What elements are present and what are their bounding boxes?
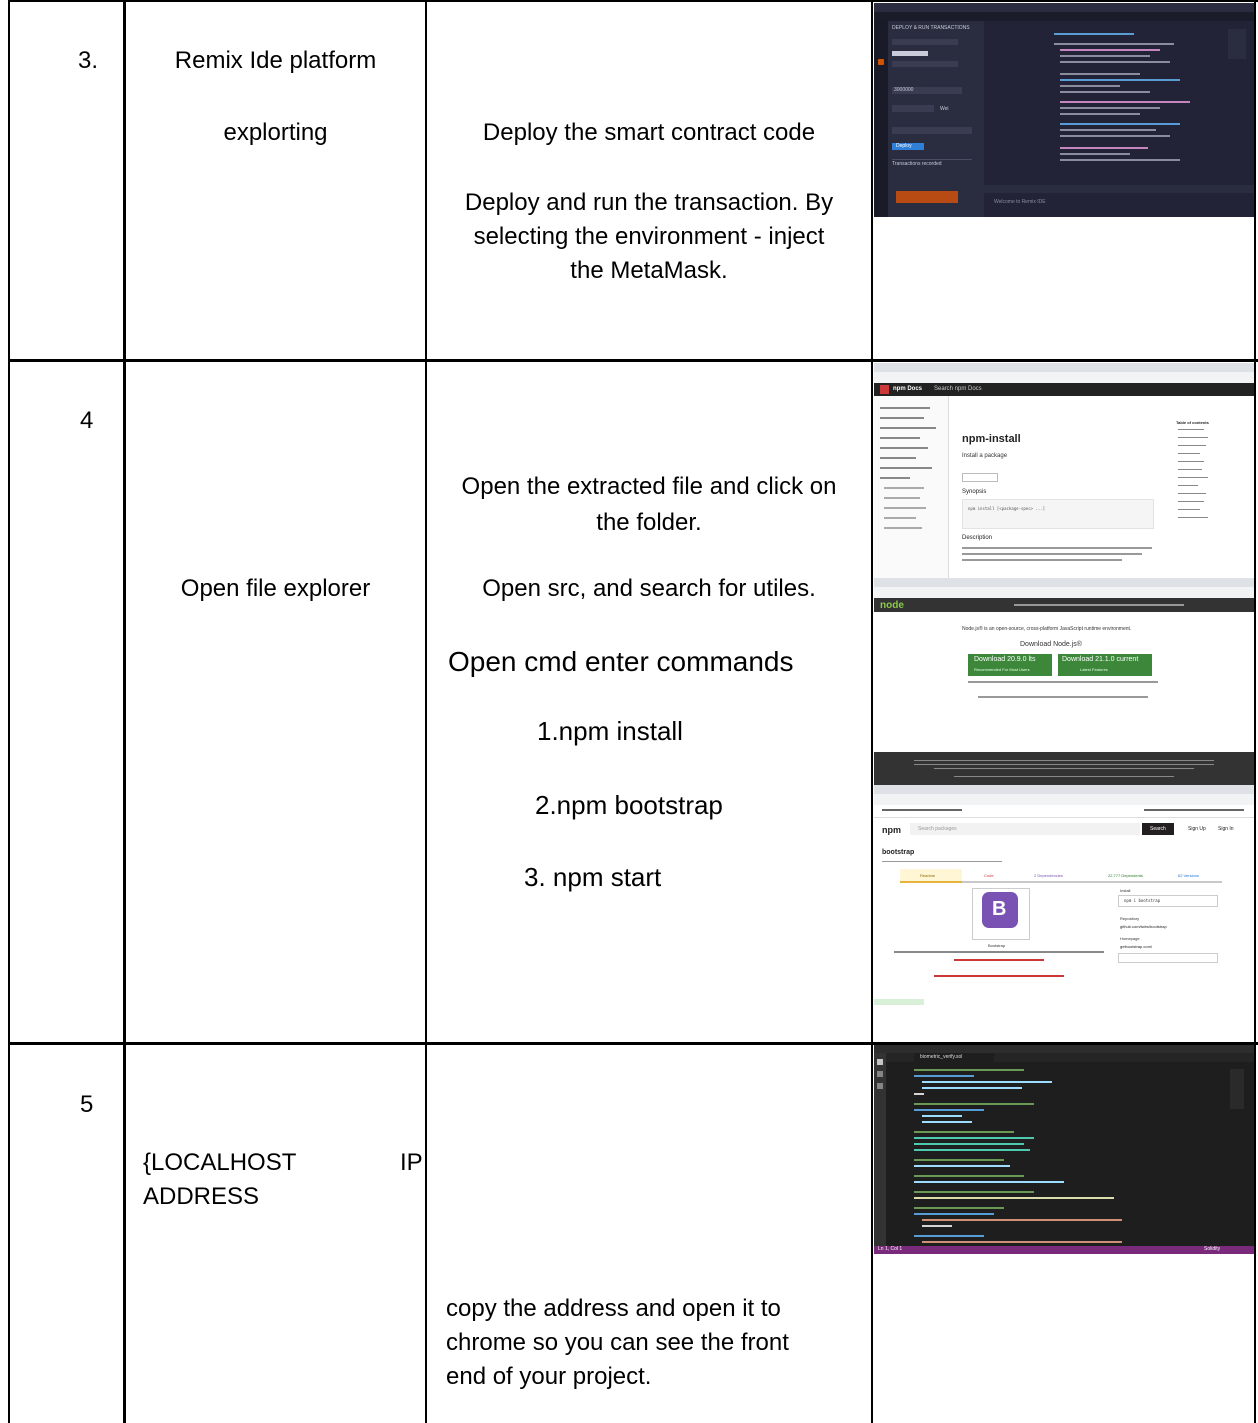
remix-gas-limit: 3000000 (894, 87, 914, 93)
node-lts-sub: Recommended For Most Users (974, 667, 1030, 672)
bootstrap-logo-letter: B (992, 898, 1007, 920)
npm-docs-command: npm install [<package-spec> ...] (968, 506, 1046, 511)
step-description: Deploy the smart contract code (482, 119, 816, 146)
row-number: 4 (80, 407, 94, 434)
step-description: Open src, and search for utiles. (482, 575, 816, 602)
npm-repo: github.com/twbs/bootstrap (1120, 924, 1167, 929)
vscode-status-left: Ln 1, Col 1 (878, 1246, 903, 1252)
command-npm-start: 3. npm start (524, 862, 662, 892)
node-download-title: Download Node.js® (1020, 641, 1082, 648)
npm-signup: Sign Up (1188, 826, 1206, 832)
vscode-screenshot: biometric_verify.sol Ln 1, Col 1 Solidit… (874, 1045, 1254, 1254)
node-current-button: Download 21.1.0 current (1062, 656, 1139, 663)
npm-repo-label: Repository (1120, 916, 1140, 921)
row-title: {LOCALHOST (143, 1149, 297, 1176)
npm-tab-readme: Readme (920, 873, 936, 878)
remix-panel-title: DEPLOY & RUN TRANSACTIONS (892, 25, 970, 31)
table-border-top (8, 0, 1258, 2)
column-divider-3 (871, 0, 873, 1423)
row-number: 5 (80, 1091, 94, 1118)
npm-docs-screenshot: npm Docs Search npm Docs npm-install Ins… (874, 363, 1254, 578)
npm-install-label: Install (1120, 888, 1131, 893)
step-description: Deploy and run the transaction. By (464, 189, 834, 216)
npm-tab-dependents: 22,777 Dependents (1108, 873, 1143, 878)
step-description: copy the address and open it to (446, 1295, 781, 1322)
npm-bootstrap-screenshot: npm Search packages Search Sign Up Sign … (874, 785, 1254, 1042)
remix-terminal-text: Welcome to Remix IDE (994, 199, 1046, 205)
npm-package-name: bootstrap (882, 849, 915, 856)
step-description: Open the extracted file and click on (461, 473, 837, 500)
npm-tab-code: Code (984, 873, 994, 878)
row-title: Remix Ide platform (174, 47, 377, 74)
remix-transactions-label: Transactions recorded (892, 161, 942, 167)
remix-deploy-button: Deploy (896, 143, 912, 149)
bootstrap-logo-caption: Bootstrap (988, 943, 1006, 948)
nodejs-screenshot: node Node.js® is an open-source, cross-p… (874, 578, 1254, 785)
npm-docs-description: Description (962, 535, 993, 541)
remix-unit: Wei (940, 106, 949, 112)
vscode-file-tab: biometric_verify.sol (920, 1054, 963, 1060)
vscode-status-right: Solidity (1204, 1246, 1221, 1252)
node-logo: node (880, 600, 904, 611)
step-description: the folder. (596, 509, 702, 536)
npm-docs-synopsis: Synopsis (962, 489, 987, 495)
row-title: Open file explorer (180, 575, 371, 602)
node-current-sub: Latest Features (1080, 667, 1108, 672)
npm-docs-toc-title: Table of contents (1176, 420, 1209, 425)
npm-search-button: Search (1150, 826, 1166, 832)
column-divider-1 (123, 0, 126, 1423)
npm-docs-search: Search npm Docs (934, 386, 982, 392)
npm-tab-dependencies: 2 Dependencies (1034, 873, 1063, 878)
npm-install-cmd: npm i bootstrap (1124, 898, 1161, 903)
step-description: Open cmd enter commands (448, 646, 794, 677)
node-tagline: Node.js® is an open-source, cross-platfo… (962, 626, 1132, 632)
npm-docs-heading: npm-install (962, 433, 1021, 445)
npm-search-input: Search packages (918, 826, 957, 832)
table-border-left (8, 0, 10, 1423)
step-description: chrome so you can see the front (446, 1329, 789, 1356)
table-border-right (1254, 0, 1256, 1423)
step-description: the MetaMask. (570, 257, 728, 284)
npm-homepage: getbootstrap.com/ (1120, 944, 1153, 949)
command-npm-install: 1.npm install (537, 716, 683, 746)
npm-docs-brand: npm Docs (893, 386, 923, 392)
row-title-continued: ADDRESS (143, 1183, 260, 1210)
row-title-ip: IP (400, 1149, 423, 1176)
remix-ide-screenshot: DEPLOY & RUN TRANSACTIONS 3000000 Wei De… (874, 3, 1254, 217)
row-title-continued: explorting (223, 119, 328, 146)
npm-signin: Sign In (1218, 826, 1234, 832)
npm-docs-subheading: Install a package (962, 453, 1008, 459)
npm-brand: npm (882, 825, 901, 835)
npm-homepage-label: Homepage (1120, 936, 1140, 941)
row-divider-1 (8, 359, 1258, 362)
row-number: 3. (78, 47, 99, 74)
step-description: selecting the environment - inject (473, 223, 825, 250)
step-description: end of your project. (446, 1363, 652, 1390)
command-npm-bootstrap: 2.npm bootstrap (535, 790, 723, 820)
node-lts-button: Download 20.9.0 lts (974, 656, 1036, 663)
npm-tab-versions: 62 Versions (1178, 873, 1199, 878)
